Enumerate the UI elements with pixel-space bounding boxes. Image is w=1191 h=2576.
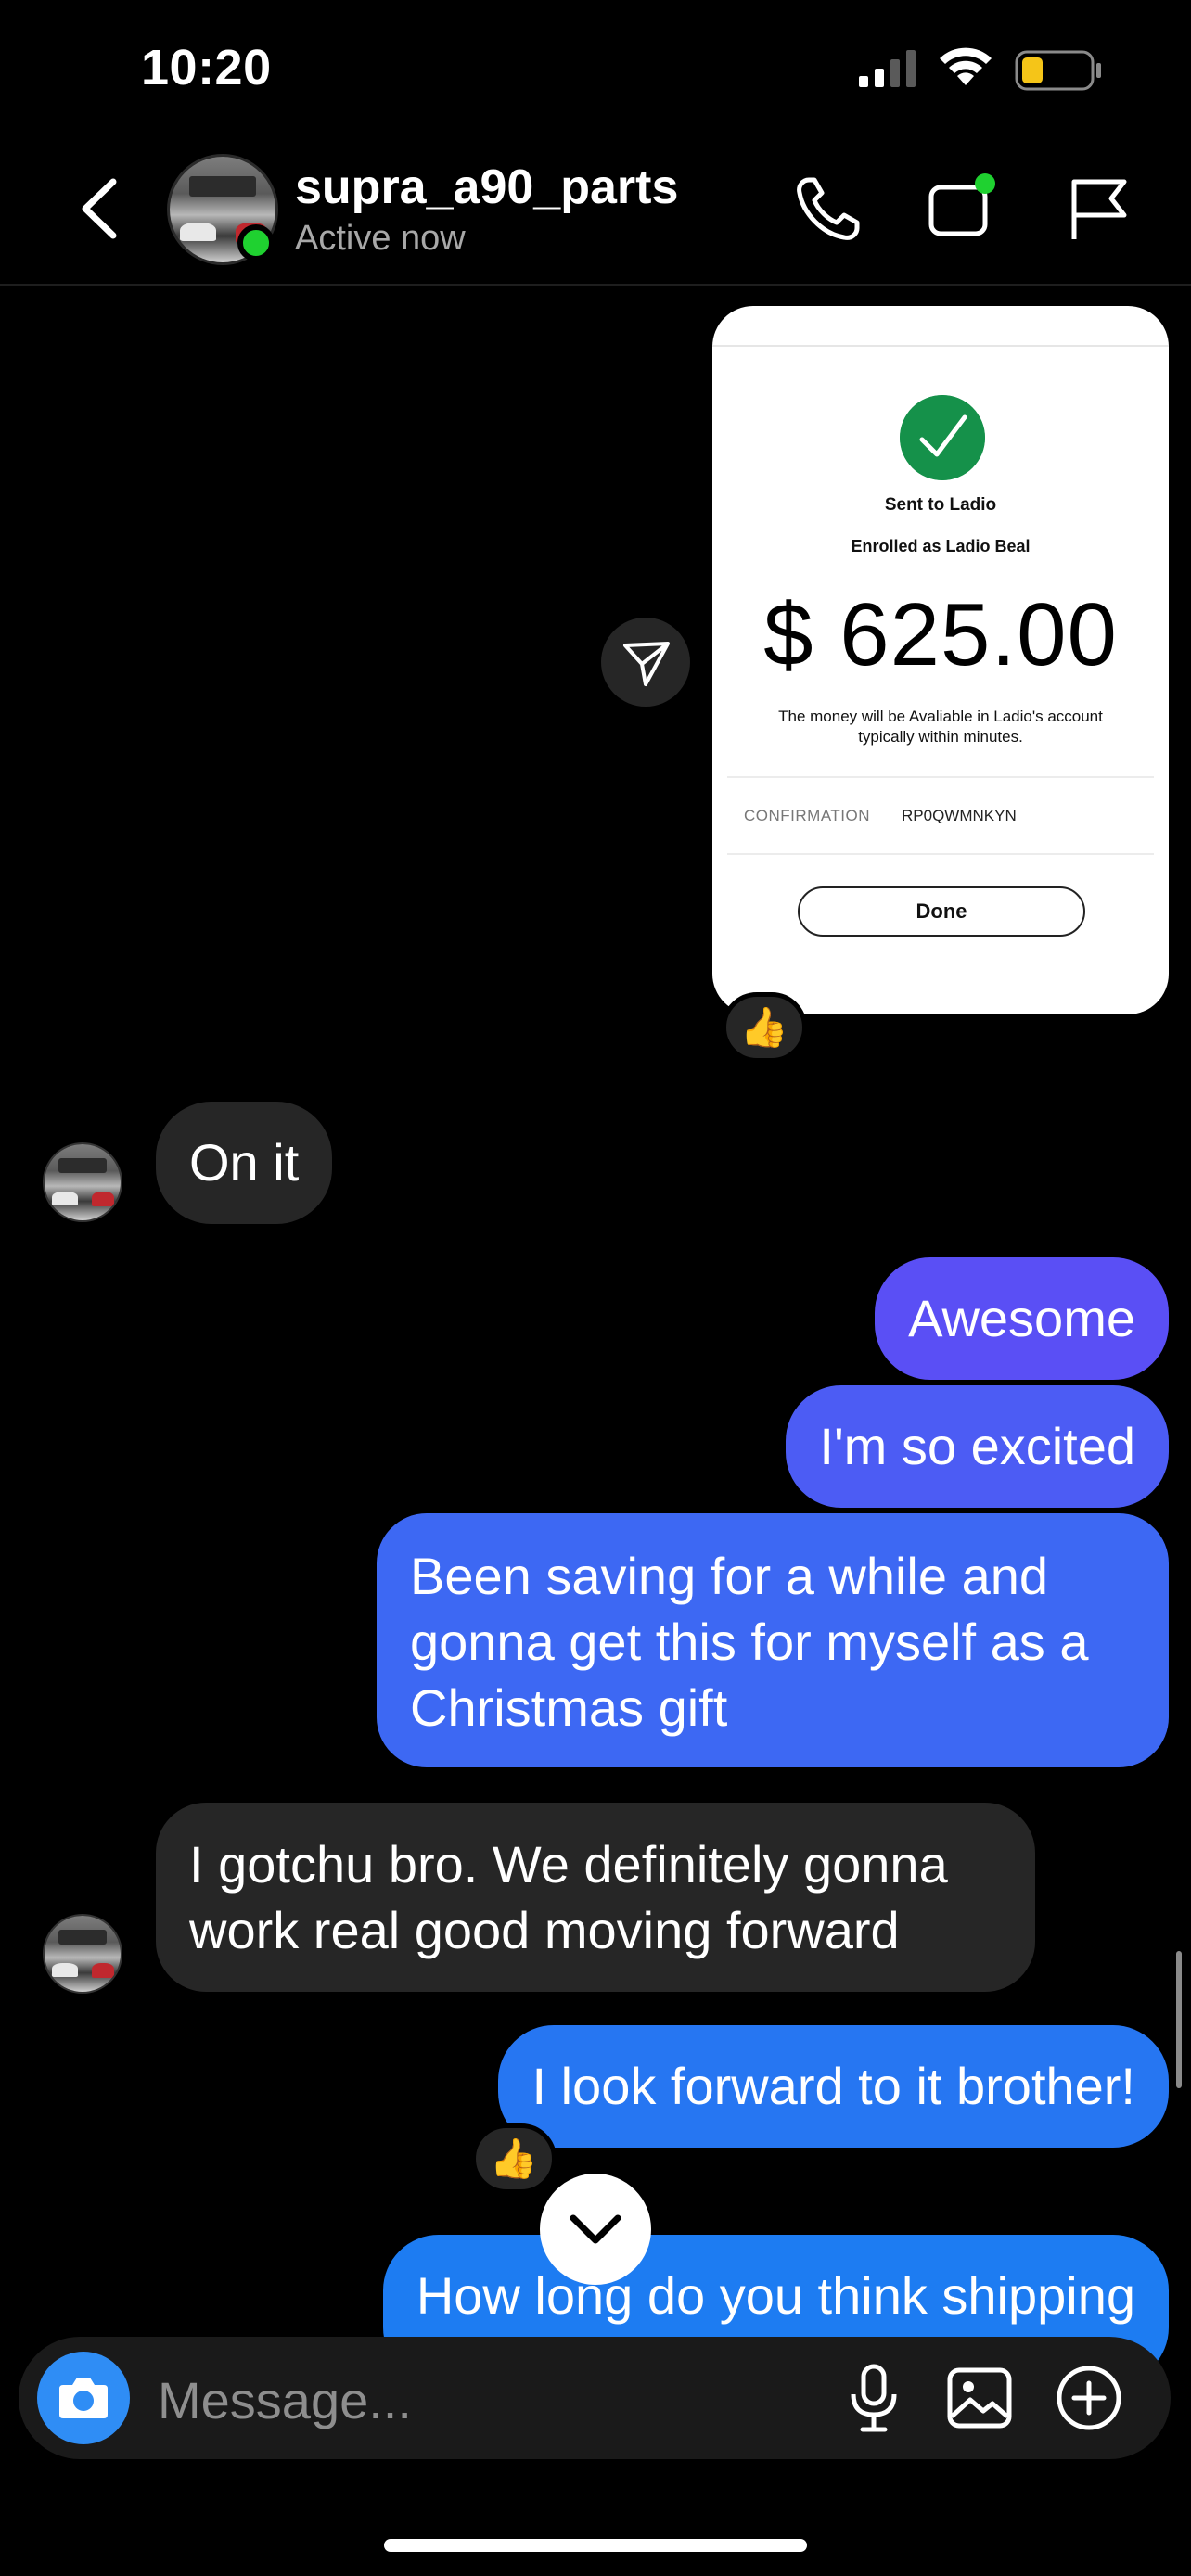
payment-note: The money will be Avaliable in Ladio's a…	[778, 708, 1103, 746]
payment-recipient: Sent to Ladio	[884, 495, 997, 515]
send-icon	[623, 642, 670, 686]
message-composer: Message...	[19, 2337, 1171, 2459]
video-call-icon[interactable]	[926, 172, 1000, 247]
wifi-icon	[940, 47, 992, 85]
message-line: work real good moving forward	[189, 1901, 900, 1959]
message-bubble-incoming[interactable]: On it	[156, 1102, 333, 1224]
payment-screenshot-image[interactable]: Sent to Ladio Enrolled as Ladio Beal $ 6…	[712, 306, 1169, 1014]
sender-avatar[interactable]	[43, 1914, 122, 1994]
flag-icon[interactable]	[1063, 172, 1137, 247]
phone-icon[interactable]	[790, 172, 864, 247]
message-line: I gotchu bro. We definitely gonna	[189, 1835, 948, 1894]
message-bubble-outgoing[interactable]: Awesome	[875, 1257, 1169, 1380]
card-divider	[712, 345, 1169, 347]
message-bubble-outgoing[interactable]: I'm so excited	[786, 1385, 1169, 1508]
camera-icon	[59, 2378, 108, 2418]
message-bubble-incoming[interactable]: I gotchu bro. We definitely gonna work r…	[156, 1803, 1035, 1992]
payment-enrolled-name: Enrolled as Ladio Beal	[851, 537, 1031, 555]
scroll-to-bottom-button[interactable]	[540, 2174, 651, 2285]
confirmation-label: CONFIRMATION	[744, 807, 871, 824]
status-bar: 10:20	[0, 0, 1191, 139]
online-status-dot	[237, 224, 275, 261]
sender-avatar[interactable]	[43, 1142, 122, 1222]
home-indicator	[384, 2539, 807, 2552]
done-button: Done	[798, 886, 1085, 937]
share-button[interactable]	[601, 618, 690, 707]
message-line: Been saving for a while and	[410, 1547, 1048, 1605]
message-line: gonna get this for myself as a	[410, 1613, 1089, 1671]
confirmation-code: RP0QWMNKYN	[902, 807, 1017, 824]
message-line: Christmas gift	[410, 1678, 728, 1737]
chevron-down-icon	[570, 2214, 621, 2244]
status-time: 10:20	[141, 40, 272, 96]
scrollbar[interactable]	[1176, 1951, 1182, 2088]
message-bubble-outgoing[interactable]: Been saving for a while and gonna get th…	[377, 1513, 1169, 1767]
battery-icon	[1015, 50, 1101, 91]
back-icon[interactable]	[78, 176, 121, 241]
message-input[interactable]: Message...	[158, 2370, 412, 2430]
contact-activity-status: Active now	[295, 219, 466, 258]
card-divider	[727, 776, 1154, 778]
card-divider	[727, 853, 1154, 855]
contact-username[interactable]: supra_a90_parts	[295, 159, 678, 215]
add-icon[interactable]	[1052, 2361, 1126, 2435]
camera-button[interactable]	[37, 2352, 130, 2444]
payment-amount: $ 625.00	[763, 585, 1118, 684]
chat-header: supra_a90_parts Active now	[0, 139, 1191, 286]
message-bubble-outgoing[interactable]: I look forward to it brother!	[498, 2025, 1169, 2148]
checkmark-icon	[900, 395, 985, 480]
cellular-signal-icon	[859, 50, 916, 87]
gallery-icon[interactable]	[942, 2361, 1017, 2435]
microphone-icon[interactable]	[837, 2361, 911, 2435]
reaction-badge[interactable]: 👍	[722, 992, 807, 1063]
